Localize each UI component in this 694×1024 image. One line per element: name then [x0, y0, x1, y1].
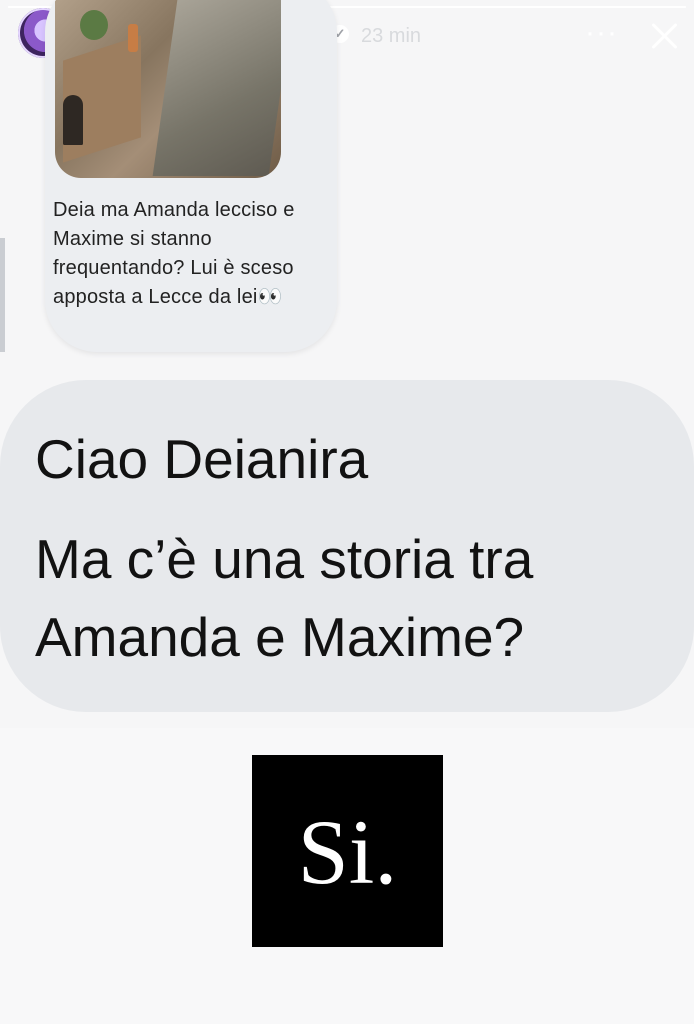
quoted-line-4: apposta a Lecce da lei👀	[53, 286, 283, 308]
close-icon[interactable]	[645, 17, 683, 55]
quoted-message-card: Deia ma Amanda lecciso e Maxime si stann…	[45, 0, 337, 352]
courtyard-photo	[55, 0, 281, 178]
answer-text: Si.	[297, 801, 398, 903]
question-line-2: Ma c’è una storia tra	[35, 528, 534, 590]
story-time: 23 min	[361, 25, 422, 47]
more-options-icon[interactable]: ···	[585, 18, 617, 48]
answer-box: Si.	[252, 755, 443, 947]
question-line-3: Amanda e Maxime?	[35, 606, 525, 668]
quoted-line-3: frequentando? Lui è sceso	[53, 257, 294, 279]
left-edge-bar	[0, 238, 5, 352]
quoted-message-text: Deia ma Amanda lecciso e Maxime si stann…	[53, 196, 323, 312]
quoted-line-1: Deia ma Amanda lecciso e	[53, 199, 295, 221]
question-line-1: Ciao Deianira	[35, 428, 369, 490]
question-bubble: Ciao Deianira Ma c’è una storia tra Aman…	[0, 380, 694, 712]
quoted-line-2: Maxime si stanno	[53, 228, 212, 250]
